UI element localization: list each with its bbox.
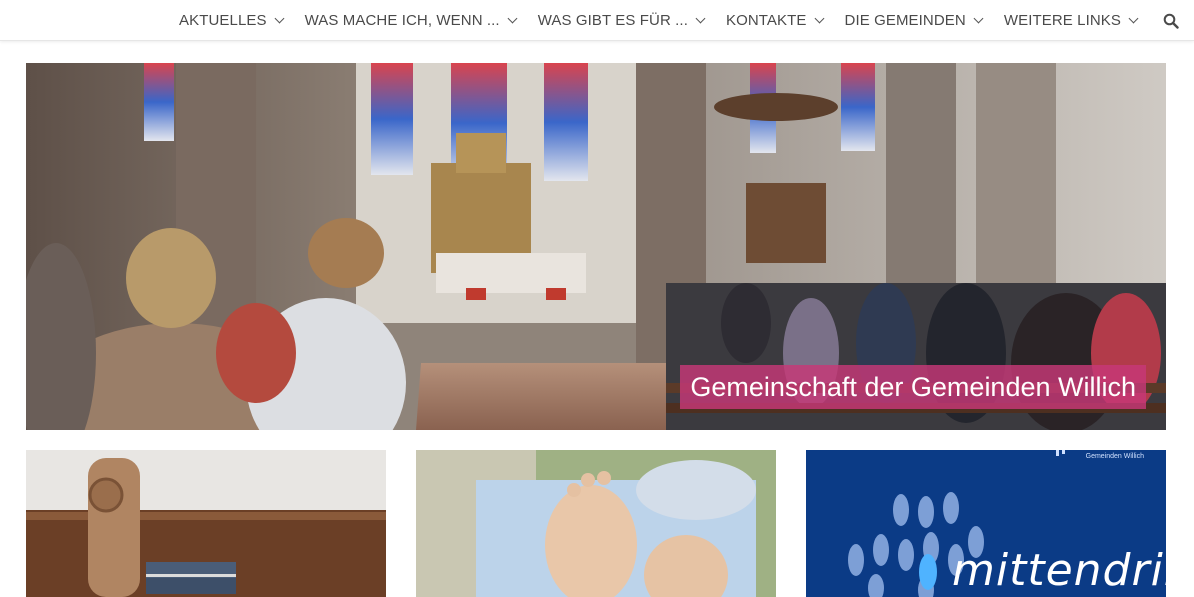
- menu-item-label: WEITERE LINKS: [1003, 12, 1121, 29]
- hero-caption[interactable]: Gemeinschaft der Gemeinden Willich: [680, 365, 1146, 409]
- chevron-down-icon: [1128, 13, 1139, 24]
- menu-item-label: AKTUELLES: [179, 12, 267, 29]
- search-button[interactable]: [1148, 0, 1194, 41]
- menu-item-label: KONTAKTE: [725, 12, 807, 29]
- pew-hymnbook-photo: [26, 450, 386, 597]
- menu-item-kontakte[interactable]: KONTAKTE: [715, 0, 834, 41]
- baby-feet-photo: [416, 450, 776, 597]
- menu-item-label: WAS GIBT ES FÜR ...: [537, 12, 688, 29]
- top-navigation-bar: AKTUELLES WAS MACHE ICH, WENN ... WAS GI…: [0, 0, 1194, 41]
- search-icon: [1163, 13, 1179, 29]
- teaser-card-pew-books[interactable]: [26, 450, 386, 597]
- menu-item-was-gibt-es-fuer[interactable]: WAS GIBT ES FÜR ...: [527, 0, 715, 41]
- mittendrin-brand: mittendrin: [952, 545, 1166, 596]
- menu-item-weitere-links[interactable]: WEITERE LINKS: [993, 0, 1148, 41]
- hero-slider[interactable]: Gemeinschaft der Gemeinden Willich: [26, 63, 1166, 430]
- menu-item-label: DIE GEMEINDEN: [844, 12, 966, 29]
- logo-text: Gemeinden Willich: [1085, 453, 1144, 460]
- menu-item-aktuelles[interactable]: AKTUELLES: [168, 0, 294, 41]
- menu-item-label: WAS MACHE ICH, WENN ...: [304, 12, 500, 29]
- teaser-card-mittendrin[interactable]: Gemeinden Willich mittendrin: [806, 450, 1166, 597]
- teaser-card-baby-feet[interactable]: [416, 450, 776, 597]
- chevron-down-icon: [507, 13, 518, 24]
- menu-item-die-gemeinden[interactable]: DIE GEMEINDEN: [834, 0, 993, 41]
- chevron-down-icon: [274, 13, 285, 24]
- menu-item-was-mache-ich-wenn[interactable]: WAS MACHE ICH, WENN ...: [294, 0, 527, 41]
- chevron-down-icon: [695, 13, 706, 24]
- chevron-down-icon: [973, 13, 984, 24]
- main-menu: AKTUELLES WAS MACHE ICH, WENN ... WAS GI…: [168, 0, 1194, 41]
- chevron-down-icon: [814, 13, 824, 24]
